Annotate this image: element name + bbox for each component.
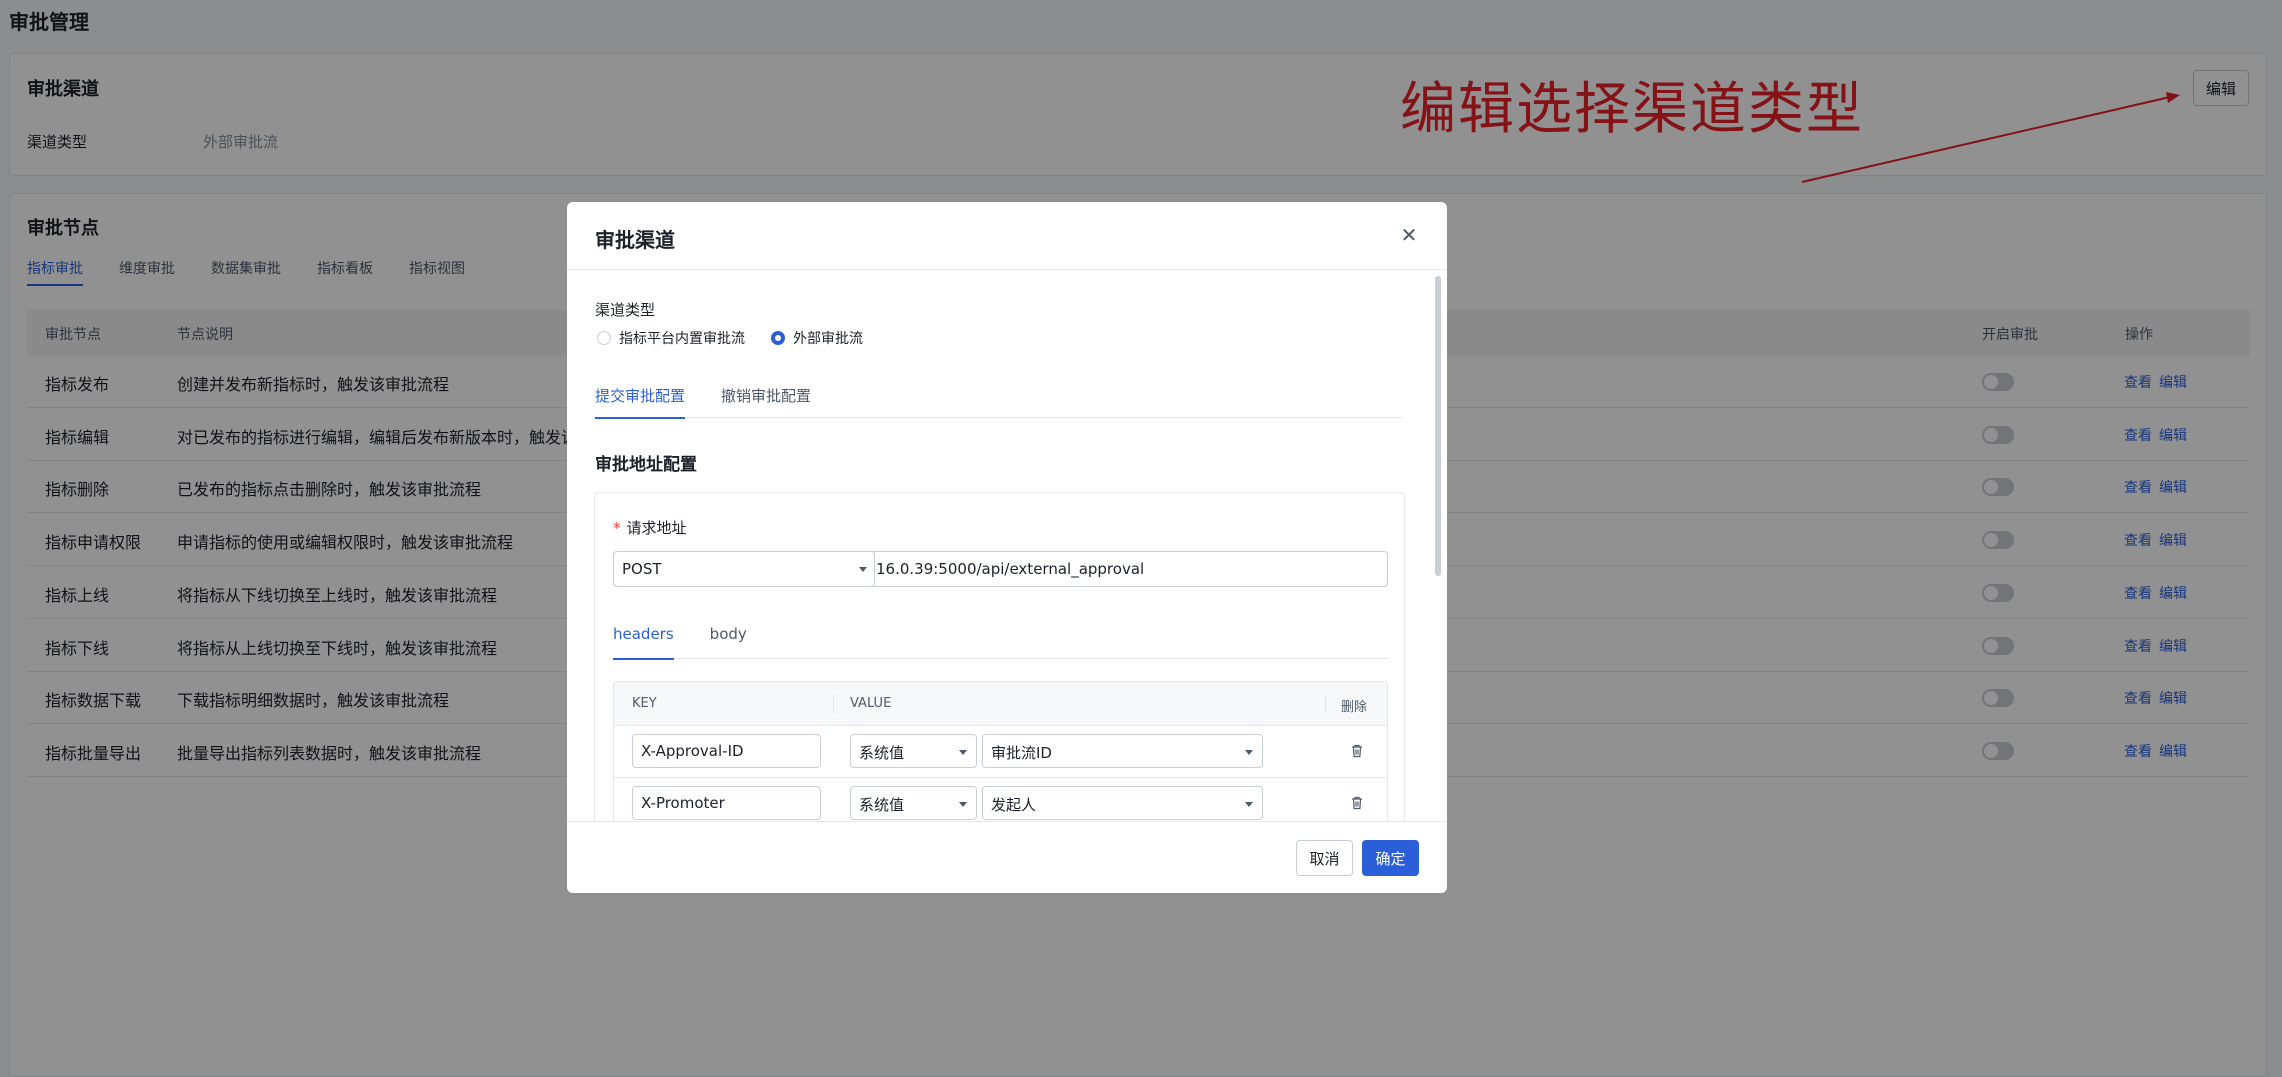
chevron-down-icon: [959, 802, 967, 807]
header-type-select[interactable]: 系统值: [850, 786, 977, 820]
header-key-input[interactable]: X-Promoter: [632, 786, 821, 820]
radio-external-flow[interactable]: 外部审批流: [771, 328, 863, 348]
trash-icon[interactable]: [1349, 795, 1365, 811]
radio-builtin-label: 指标平台内置审批流: [619, 331, 745, 347]
config-tabs: 提交审批配置 撤销审批配置: [595, 382, 1403, 419]
modal-title: 审批渠道: [595, 228, 675, 252]
chevron-down-icon: [859, 567, 867, 572]
tab-headers[interactable]: headers: [613, 623, 674, 660]
headers-row: X-Promoter 系统值 发起人: [614, 778, 1387, 821]
header-key-input[interactable]: X-Approval-ID: [632, 734, 821, 768]
chevron-down-icon: [1245, 750, 1253, 755]
trash-icon[interactable]: [1349, 743, 1365, 759]
tab-body[interactable]: body: [710, 623, 747, 659]
header-value-select[interactable]: 发起人: [982, 786, 1263, 820]
headers-row: X-Approval-ID 系统值 审批流ID: [614, 726, 1387, 778]
modal-body: 渠道类型 指标平台内置审批流 外部审批流 提交审批配置 撤销审批配置 审批地址配…: [567, 270, 1447, 821]
col-delete: 删除: [1341, 700, 1368, 715]
request-url-input[interactable]: 16.0.39:5000/api/external_approval POST: [613, 551, 1388, 587]
approval-channel-modal: 审批渠道 ✕ 渠道类型 指标平台内置审批流 外部审批流 提交审批配置 撤销审批配…: [567, 202, 1447, 893]
radio-unchecked-icon: [597, 331, 611, 345]
tab-submit-config[interactable]: 提交审批配置: [595, 382, 686, 419]
modal-scrollbar[interactable]: [1435, 276, 1441, 576]
headers-table: KEY VALUE 删除 X-Approval-ID 系统值 审批流ID X-P…: [613, 681, 1388, 821]
close-icon[interactable]: ✕: [1396, 222, 1422, 248]
tab-revoke-config[interactable]: 撤销审批配置: [721, 382, 811, 418]
col-value: VALUE: [850, 696, 892, 711]
request-url-label: * 请求地址: [613, 519, 687, 537]
radio-builtin-flow[interactable]: 指标平台内置审批流: [597, 328, 745, 348]
cancel-button[interactable]: 取消: [1296, 840, 1353, 876]
modal-header: 审批渠道 ✕: [567, 202, 1447, 270]
chevron-down-icon: [959, 750, 967, 755]
address-config-title: 审批地址配置: [595, 455, 697, 475]
headers-table-head: KEY VALUE 删除: [614, 682, 1387, 726]
confirm-button[interactable]: 确定: [1362, 840, 1419, 876]
header-type-select[interactable]: 系统值: [850, 734, 977, 768]
request-sub-tabs: headers body: [613, 623, 1388, 660]
radio-external-label: 外部审批流: [793, 331, 863, 347]
request-url-value: 16.0.39:5000/api/external_approval: [876, 560, 1145, 578]
col-key: KEY: [632, 696, 657, 711]
modal-footer: 取消 确定: [567, 821, 1447, 893]
method-value: POST: [622, 560, 662, 578]
chevron-down-icon: [1245, 802, 1253, 807]
address-config-box: * 请求地址 16.0.39:5000/api/external_approval…: [594, 492, 1405, 821]
channel-type-field-label: 渠道类型: [595, 301, 656, 319]
channel-type-radio-group: 指标平台内置审批流 外部审批流: [597, 328, 863, 348]
radio-checked-icon: [771, 331, 785, 345]
method-select[interactable]: POST: [613, 551, 875, 587]
header-value-select[interactable]: 审批流ID: [982, 734, 1263, 768]
